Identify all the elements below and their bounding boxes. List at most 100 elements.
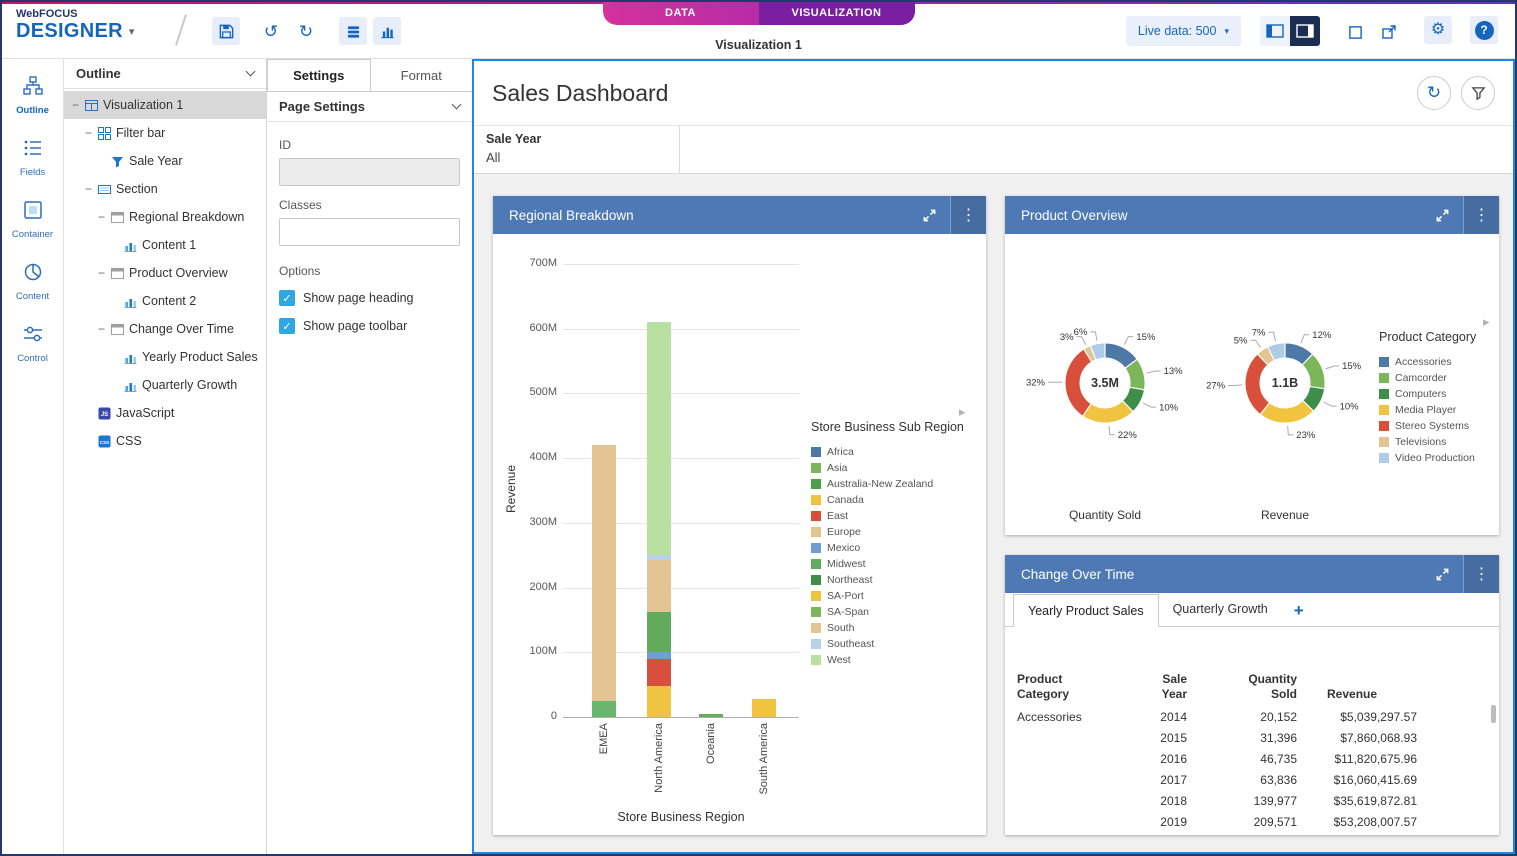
legend-item-accessories: Accessories [1379,354,1497,370]
tree-item-filter-bar[interactable]: −Filter bar [64,119,266,147]
panel-icon [111,211,129,224]
tree-item-javascript[interactable]: JSJavaScript [64,399,266,427]
tree-item-visualization-1[interactable]: −Visualization 1 [64,91,266,119]
page-settings-header[interactable]: Page Settings [267,92,472,122]
rail-item-fields[interactable]: Fields [2,137,63,178]
chevron-down-icon: ▾ [1224,26,1229,37]
classes-field[interactable] [279,218,460,246]
bar-segment-north-america-mexico[interactable] [647,652,671,659]
collapse-toggle-icon[interactable]: − [98,210,111,224]
donut-revenue[interactable]: 1.1B12%15%10%23%27%5%7% [1180,298,1390,468]
collapse-toggle-icon[interactable]: − [85,182,98,196]
table-row[interactable]: 201763,836$16,060,415.69 [1005,770,1499,791]
panel-left-toggle-button[interactable] [1260,16,1290,46]
table-row[interactable]: 201531,396$7,860,068.93 [1005,728,1499,749]
legend-item-west: West [811,652,983,668]
tree-item-sale-year[interactable]: Sale Year [64,147,266,175]
open-in-new-icon [1381,24,1397,40]
rail-item-container[interactable]: Container [2,199,63,240]
page-filter-button[interactable] [1461,76,1495,110]
gridline [563,717,799,718]
tree-item-content-1[interactable]: Content 1 [64,231,266,259]
id-field[interactable] [279,158,460,186]
bar-segment-south-america-sa-port[interactable] [752,699,776,717]
checkbox-checked-icon[interactable]: ✓ [279,318,295,334]
collapse-toggle-icon[interactable]: − [72,98,85,112]
open-in-new-button[interactable] [1375,18,1403,46]
data-stack-button[interactable] [339,17,367,45]
chevron-down-icon[interactable]: ▾ [129,25,135,38]
tree-item-content-2[interactable]: Content 2 [64,287,266,315]
chart-icon [124,351,142,364]
tree-item-label: Change Over Time [129,322,234,336]
legend-label: SA-Span [827,606,869,618]
carousel-next-icon[interactable]: ▸ [1483,314,1490,330]
collapse-toggle-icon[interactable]: − [85,126,98,140]
y-axis-tick: 0 [509,710,557,722]
chart-tools-button[interactable] [373,17,401,45]
collapse-toggle-icon[interactable]: − [98,322,111,336]
rail-item-control[interactable]: Control [2,323,63,364]
settings-button[interactable]: ⚙ [1424,16,1452,44]
show-page-heading-option[interactable]: ✓ Show page heading [279,290,460,306]
carousel-next-icon[interactable]: ▸ [959,404,966,420]
redo-button[interactable]: ↻ [292,17,320,45]
panel-right-toggle-button[interactable] [1290,16,1320,46]
bar-segment-emea-europe[interactable] [592,445,616,701]
bar-segment-north-america-canada[interactable] [647,686,671,717]
tab-settings[interactable]: Settings [267,59,371,91]
legend-label: Australia-New Zealand [827,478,933,490]
tree-item-change-over-time[interactable]: − Change Over Time [64,315,266,343]
checkbox-checked-icon[interactable]: ✓ [279,290,295,306]
tab-quarterly-growth[interactable]: Quarterly Growth [1159,593,1282,626]
tree-item-yearly-product-sales[interactable]: Yearly Product Sales [64,343,266,371]
tree-item-regional-breakdown[interactable]: −Regional Breakdown [64,203,266,231]
collapse-toggle-icon[interactable]: − [98,266,111,280]
show-page-toolbar-option[interactable]: ✓ Show page toolbar [279,318,460,334]
expand-button[interactable] [1421,555,1463,593]
kebab-menu-button[interactable]: ⋮ [1463,555,1499,593]
table-row[interactable]: 2019209,571$53,208,007.57 [1005,812,1499,833]
tab-data[interactable]: DATA [603,2,759,25]
save-button[interactable] [212,17,240,45]
tree-item-quarterly-growth[interactable]: Quarterly Growth [64,371,266,399]
tree-item-css[interactable]: CSSCSS [64,427,266,455]
bar-segment-north-america-west[interactable] [647,322,671,555]
maximize-button[interactable] [1341,18,1369,46]
tree-item-section[interactable]: −Section [64,175,266,203]
live-data-dropdown[interactable]: Live data: 500 ▾ [1126,16,1241,46]
bar-segment-oceania-australia-new-zealand[interactable] [699,714,723,717]
chevron-down-icon[interactable] [246,67,256,77]
table-row[interactable]: Accessories201420,152$5,039,297.57 [1005,707,1499,728]
tab-format[interactable]: Format [371,59,473,91]
save-icon [218,23,235,40]
expand-button[interactable] [908,196,950,234]
svg-text:3%: 3% [1060,332,1074,343]
tree-item-product-overview[interactable]: −Product Overview [64,259,266,287]
option-label: Show page heading [303,291,414,305]
bar-segment-north-america-midwest[interactable] [647,612,671,652]
rail-item-content[interactable]: Content [2,261,63,302]
tab-yearly-product-sales[interactable]: Yearly Product Sales [1013,594,1159,627]
svg-text:23%: 23% [1296,430,1316,441]
kebab-menu-button[interactable]: ⋮ [950,196,986,234]
bar-segment-north-america-southeast[interactable] [647,555,671,560]
tab-visualization[interactable]: VISUALIZATION [759,2,915,25]
table-row[interactable]: 201646,735$11,820,675.96 [1005,749,1499,770]
rail-item-outline[interactable]: Outline [2,75,63,116]
tree-item-label: Yearly Product Sales [142,350,258,364]
help-button[interactable]: ? [1470,16,1498,44]
card-header: Change Over Time ⋮ [1005,555,1499,593]
bar-segment-north-america-south[interactable] [647,560,671,612]
bar-segment-emea-africa[interactable] [592,701,616,717]
expand-button[interactable] [1421,196,1463,234]
legend-swatch [1379,357,1389,367]
undo-button[interactable]: ↺ [257,17,285,45]
table-row[interactable]: 2018139,977$35,619,872.81 [1005,791,1499,812]
refresh-button[interactable]: ↻ [1417,76,1451,110]
sale-year-filter[interactable]: Sale Year All [474,126,680,173]
bar-segment-north-america-east[interactable] [647,659,671,686]
table-scrollbar[interactable] [1491,705,1496,723]
kebab-menu-button[interactable]: ⋮ [1463,196,1499,234]
add-tab-button[interactable]: + [1282,596,1316,626]
